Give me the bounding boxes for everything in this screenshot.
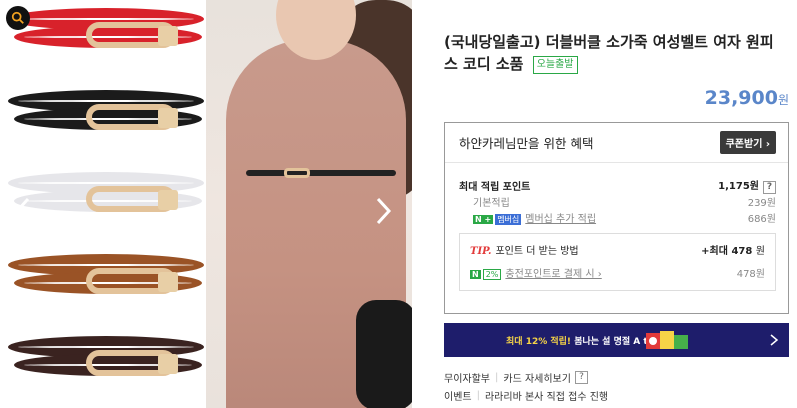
- basic-points-value: 239원: [747, 197, 776, 209]
- benefit-heading: 하얀카레님만을 위한 혜택: [459, 136, 594, 151]
- max-points-amount: 1,175원: [718, 180, 759, 192]
- price-value: 23,900: [704, 87, 778, 109]
- payment-links: 무이자할부 | 카드 자세히보기 ? 이벤트 | 라라리바 본사 직접 접수 진…: [444, 368, 608, 404]
- belt-brown: [8, 254, 204, 314]
- product-price: 23,900원: [705, 87, 789, 109]
- belt-dark-brown: [8, 336, 204, 396]
- chevron-right-icon: [770, 334, 779, 346]
- basic-points-row: 기본적립 239원: [459, 193, 776, 209]
- max-points-label: 최대 적립 포인트: [459, 181, 531, 193]
- member-points-label-wrap: N + 멤버십 멤버십 추가 적립: [459, 210, 596, 225]
- tip-box: TIP. 포인트 더 받는 방법 +최대 478 원 N 2% 충전포인트로 결제 시…: [459, 233, 776, 291]
- divider: |: [495, 371, 499, 383]
- naver-n-icon: N: [470, 270, 481, 279]
- event-line: 이벤트 | 라라리바 본사 직접 접수 진행: [444, 386, 608, 404]
- gift-box-icon: [646, 331, 688, 349]
- belt-black: [8, 90, 204, 150]
- installment-link[interactable]: 무이자할부: [444, 370, 490, 385]
- card-help-button[interactable]: ?: [574, 370, 588, 384]
- tip-label-wrap: TIP. 포인트 더 받는 방법: [470, 242, 579, 257]
- today-shipping-badge: 오늘출발: [532, 56, 578, 74]
- installment-line: 무이자할부 | 카드 자세히보기 ?: [444, 368, 608, 386]
- member-points-row: N + 멤버십 멤버십 추가 적립 686원: [459, 209, 776, 225]
- card-detail-link[interactable]: 카드 자세히보기: [503, 370, 571, 385]
- tip-label: 포인트 더 받는 방법: [495, 246, 579, 257]
- max-points-row: 최대 적립 포인트 1,175원?: [459, 177, 776, 194]
- tip-value: 478: [731, 246, 753, 257]
- points-list: 최대 적립 포인트 1,175원? 기본적립 239원 N + 멤버십 멤버십 추가…: [445, 163, 788, 225]
- charge-points-value: 478원: [736, 269, 765, 280]
- naver-plus-icon: N +: [473, 214, 494, 224]
- benefit-box: 하얀카레님만을 위한 혜택 쿠폰받기 › 최대 적립 포인트 1,175원? 기…: [444, 122, 789, 314]
- search-icon: [11, 11, 24, 24]
- banner-text-highlight: 최대 12% 적립!: [506, 336, 572, 347]
- banner-text: 최대 12% 적립! 봄나는 설 명절 A to Z: [506, 334, 664, 347]
- divider: |: [476, 389, 480, 401]
- product-title: (국내당일출고) 더블버클 소가죽 여성벨트 여자 원피스 코디 소품 오늘출발: [444, 31, 774, 75]
- max-points-value: 1,175원?: [718, 177, 776, 194]
- benefit-header: 하얀카레님만을 위한 혜택 쿠폰받기 ›: [445, 123, 788, 163]
- belt-white: [8, 172, 204, 232]
- product-page: (국내당일출고) 더블버클 소가죽 여성벨트 여자 원피스 코디 소품 오늘출발…: [0, 0, 797, 408]
- charge-label-wrap: N 2% 충전포인트로 결제 시 ›: [470, 265, 602, 280]
- belt-red: [8, 8, 204, 68]
- product-title-text: (국내당일출고) 더블버클 소가죽 여성벨트 여자 원피스 코디 소품: [444, 33, 774, 73]
- membership-tag: 멤버십: [495, 213, 522, 225]
- event-label: 이벤트: [444, 391, 472, 403]
- tip-value-wrap: +최대 478 원: [701, 242, 765, 257]
- tip-mark: TIP.: [470, 246, 492, 257]
- next-image-button[interactable]: [372, 193, 396, 229]
- charge-points-link[interactable]: 충전포인트로 결제 시 ›: [505, 269, 601, 280]
- event-detail-link[interactable]: 라라리바 본사 직접 접수 진행: [485, 388, 608, 403]
- chevron-left-icon: [14, 197, 30, 225]
- basic-points-label: 기본적립: [473, 197, 510, 209]
- prev-image-button[interactable]: [10, 193, 34, 229]
- price-unit: 원: [777, 93, 789, 107]
- product-gallery: [0, 0, 412, 408]
- promo-banner[interactable]: 최대 12% 적립! 봄나는 설 명절 A to Z: [444, 323, 789, 357]
- tip-value-prefix: +최대: [701, 246, 728, 257]
- member-points-value: 686원: [747, 213, 776, 225]
- charge-percent-tag: 2%: [482, 269, 502, 280]
- product-info: (국내당일출고) 더블버클 소가죽 여성벨트 여자 원피스 코디 소품 오늘출발…: [444, 0, 789, 408]
- points-help-button[interactable]: ?: [763, 180, 776, 194]
- charge-points-row: N 2% 충전포인트로 결제 시 › 478원: [470, 265, 765, 280]
- coupon-button[interactable]: 쿠폰받기 ›: [719, 131, 776, 154]
- zoom-button[interactable]: [6, 6, 30, 30]
- tip-unit: 원: [755, 246, 765, 257]
- chevron-right-icon: [376, 197, 392, 225]
- tip-row: TIP. 포인트 더 받는 방법 +최대 478 원: [470, 242, 765, 257]
- member-points-link[interactable]: 멤버십 추가 적립: [525, 214, 596, 225]
